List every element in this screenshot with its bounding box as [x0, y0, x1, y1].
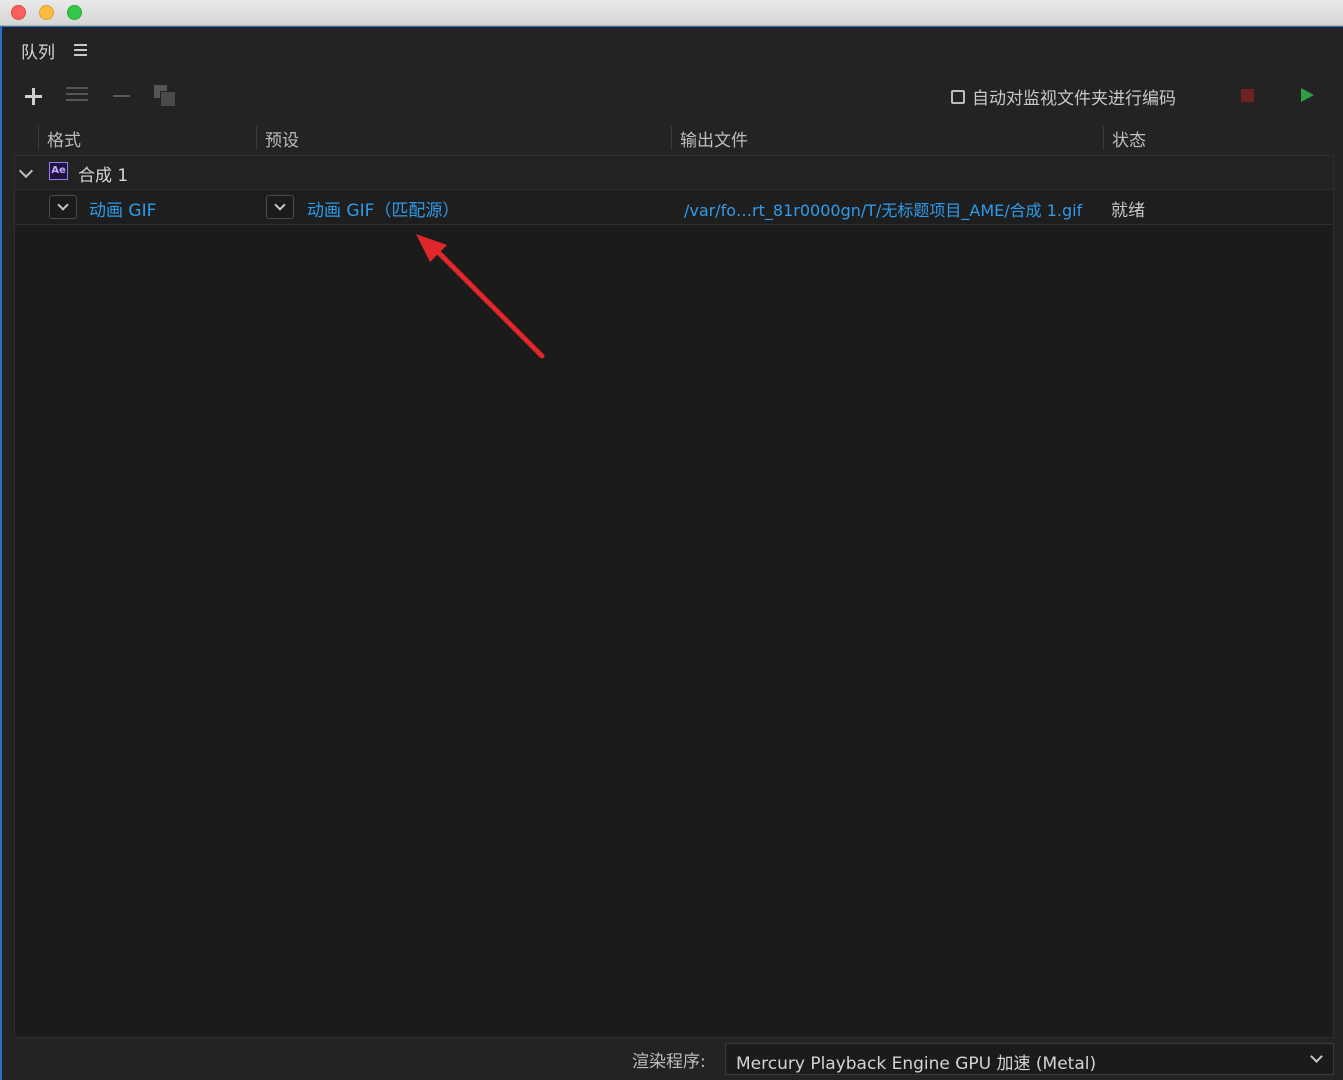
zoom-button[interactable]: [67, 5, 82, 20]
checkbox-icon[interactable]: [951, 89, 965, 104]
group-name: 合成 1: [78, 166, 129, 186]
panel-title: 队列: [21, 43, 55, 63]
settings-icon[interactable]: [64, 82, 92, 110]
minimize-button[interactable]: [39, 5, 54, 20]
stop-queue-button[interactable]: [1241, 89, 1254, 102]
chevron-down-icon: [1310, 1050, 1323, 1063]
queue-list[interactable]: Ae 合成 1 动画 GIF 动画 GIF（匹配源） /var/fo…rt_81…: [14, 155, 1334, 1038]
preset-link[interactable]: 动画 GIF（匹配源）: [307, 196, 459, 221]
column-header-status[interactable]: 状态: [1103, 126, 1318, 151]
remove-button[interactable]: [109, 82, 137, 110]
format-link[interactable]: 动画 GIF: [89, 196, 156, 221]
queue-item-row[interactable]: 动画 GIF 动画 GIF（匹配源） /var/fo…rt_81r0000gn/…: [15, 190, 1333, 225]
auto-watch-checkbox[interactable]: 自动对监视文件夹进行编码: [951, 84, 1176, 109]
close-button[interactable]: [11, 5, 26, 20]
status-text: 就绪: [1111, 201, 1145, 221]
auto-watch-label: 自动对监视文件夹进行编码: [972, 89, 1176, 109]
chevron-down-icon[interactable]: [18, 163, 34, 179]
column-header-output[interactable]: 输出文件: [671, 126, 1103, 151]
after-effects-icon: Ae: [49, 162, 68, 180]
app-window: 队列 自动对监视文件夹进行编码 格式 预设 输出文件 状态 Ae 合成 1 动画…: [0, 0, 1343, 1080]
title-bar: [0, 0, 1343, 26]
column-header-format[interactable]: 格式: [38, 126, 256, 151]
start-queue-button[interactable]: [1301, 88, 1314, 102]
output-file-link[interactable]: /var/fo…rt_81r0000gn/T/无标题项目_AME/合成 1.gi…: [684, 197, 1082, 221]
add-source-button[interactable]: [20, 82, 48, 110]
duplicate-button[interactable]: [152, 82, 180, 110]
renderer-value: Mercury Playback Engine GPU 加速 (Metal): [736, 1054, 1097, 1074]
format-dropdown[interactable]: [49, 195, 77, 219]
column-header-preset[interactable]: 预设: [256, 126, 670, 151]
queue-group-row[interactable]: Ae 合成 1: [15, 156, 1333, 190]
renderer-select[interactable]: Mercury Playback Engine GPU 加速 (Metal): [725, 1043, 1334, 1075]
preset-dropdown[interactable]: [266, 195, 294, 219]
renderer-label: 渲染程序:: [632, 1052, 706, 1072]
panel-menu-icon[interactable]: [74, 44, 87, 59]
